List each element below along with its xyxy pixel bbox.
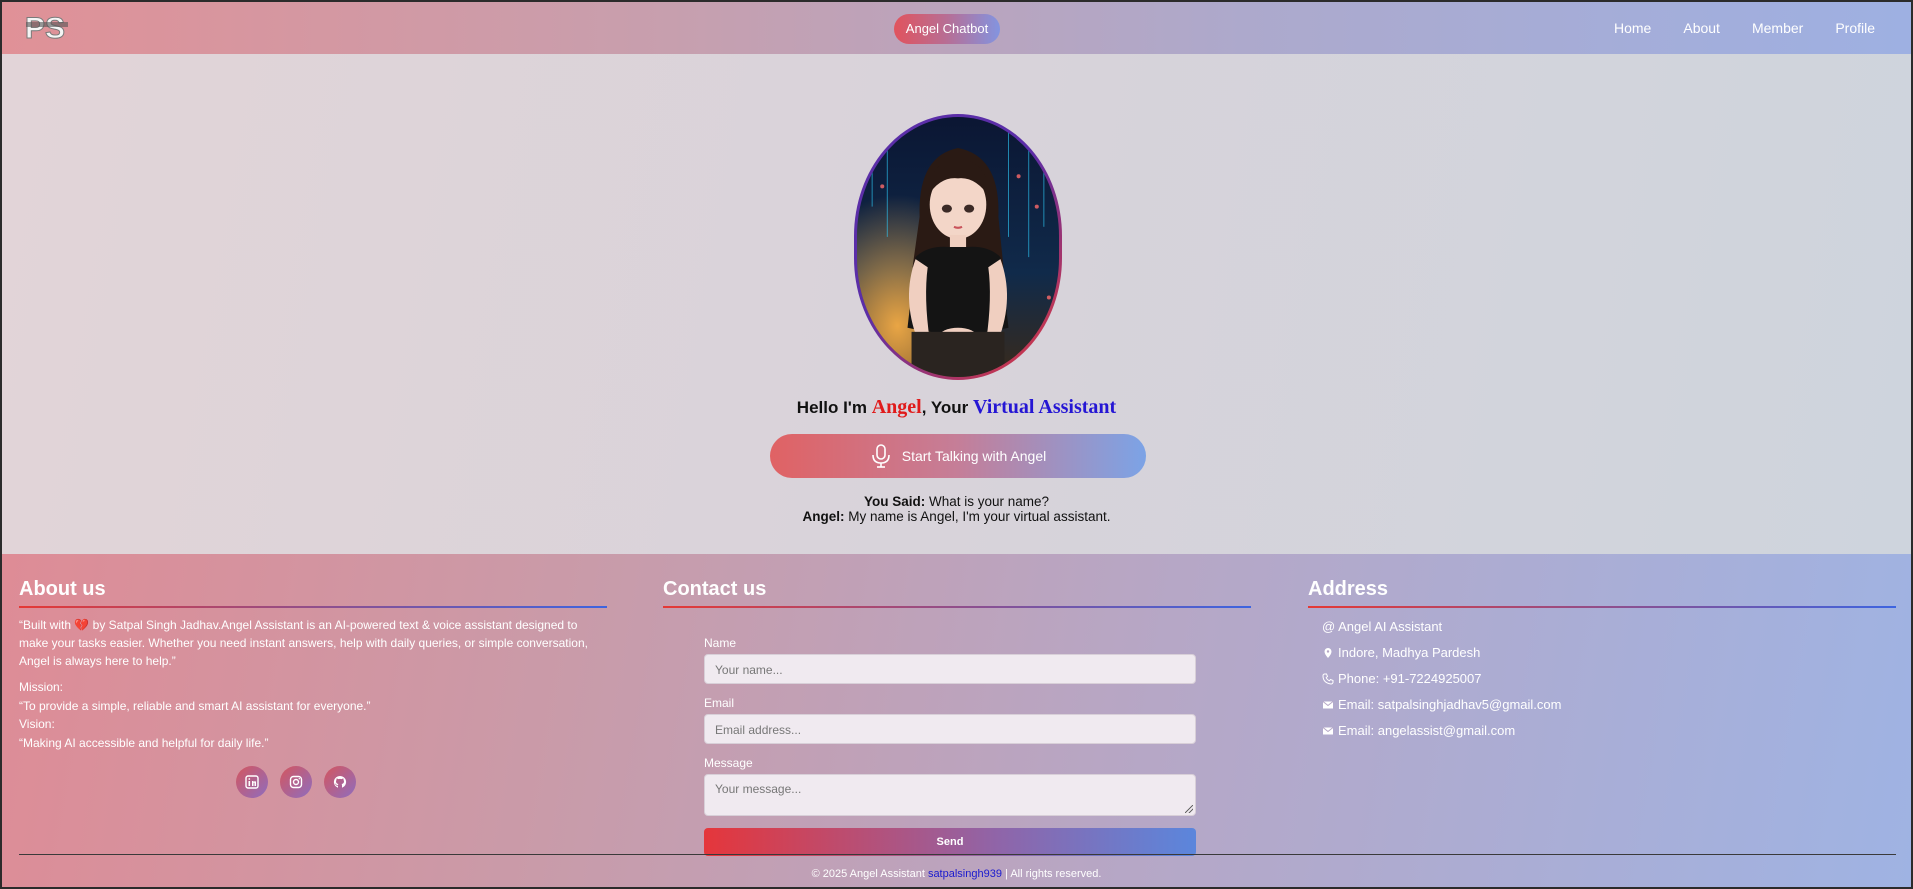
brand-pill-button[interactable]: Angel Chatbot	[894, 14, 1000, 44]
greeting-prefix: Hello I'm	[796, 398, 872, 417]
linkedin-icon	[245, 775, 259, 789]
address-list: @ Angel AI Assistant Indore, Madhya Pard…	[1308, 614, 1896, 744]
microphone-icon	[870, 443, 892, 469]
address-item-email-1[interactable]: Email: satpalsinghjadhav5@gmail.com	[1322, 692, 1896, 718]
user-message: You Said: What is your name?	[2, 494, 1911, 509]
nav-links: Home About Member Profile	[1614, 2, 1875, 54]
email-label: Email	[704, 696, 735, 710]
mail-icon	[1322, 701, 1334, 709]
angel-text: My name is Angel, I'm your virtual assis…	[844, 509, 1111, 524]
email-2-text: Email: angelassist@gmail.com	[1338, 723, 1516, 738]
app-window: PS Angel Chatbot Home About Member Profi…	[0, 0, 1913, 889]
mission-text: “To provide a simple, reliable and smart…	[19, 698, 371, 713]
broken-heart-icon: 💔	[74, 618, 90, 632]
about-divider	[19, 606, 607, 608]
nav-about-link[interactable]: About	[1683, 20, 1720, 36]
vision-label: Vision:	[19, 717, 55, 731]
about-section: About us “Built with 💔 by Satpal Singh J…	[19, 578, 607, 752]
address-item-email-2[interactable]: Email: angelassist@gmail.com	[1322, 718, 1896, 744]
ps-logo[interactable]: PS	[24, 10, 80, 46]
name-label: Name	[704, 636, 737, 650]
mission-label: Mission:	[19, 680, 64, 694]
address-item-location: Indore, Madhya Pardesh	[1322, 640, 1896, 666]
message-textarea[interactable]: Your message...	[704, 774, 1196, 816]
linkedin-button[interactable]	[236, 766, 268, 798]
greeting-heading: Hello I'm Angel, Your Virtual Assistant	[2, 396, 1911, 419]
copyright: © 2025 Angel Assistant satpalsingh939 | …	[2, 868, 1911, 880]
address-section: Address @ Angel AI Assistant Indore, Mad…	[1308, 578, 1896, 744]
instagram-button[interactable]	[280, 766, 312, 798]
message-label: Message	[704, 756, 753, 770]
svg-text:PS: PS	[25, 12, 65, 44]
footer-divider	[19, 854, 1896, 855]
hero-section: Hello I'm Angel, Your Virtual Assistant …	[2, 54, 1911, 554]
you-said-label: You Said:	[863, 494, 926, 509]
email-1-text: Email: satpalsinghjadhav5@gmail.com	[1338, 697, 1562, 712]
about-text-end: by Satpal Singh Jadhav.Angel Assistant i…	[19, 618, 588, 668]
vision-text: “Making AI accessible and helpful for da…	[19, 735, 269, 750]
address-item-phone[interactable]: Phone: +91-7224925007	[1322, 666, 1896, 692]
greeting-name: Angel	[871, 396, 922, 418]
avatar-frame	[854, 114, 1062, 380]
location-pin-icon	[1324, 648, 1332, 658]
mail-icon	[1322, 727, 1334, 735]
email-input[interactable]: Email address...	[704, 714, 1196, 744]
phone-text: Phone: +91-7224925007	[1338, 671, 1482, 686]
contact-title: Contact us	[663, 578, 767, 600]
copyright-post: | All rights reserved.	[1001, 868, 1102, 880]
conversation-log: You Said: What is your name? Angel: My n…	[2, 494, 1911, 524]
footer: About us “Built with 💔 by Satpal Singh J…	[2, 554, 1911, 887]
copyright-pre: © 2025 Angel Assistant	[811, 868, 928, 880]
name-input[interactable]: Your name...	[704, 654, 1196, 684]
github-button[interactable]	[324, 766, 356, 798]
nav-member-link[interactable]: Member	[1752, 20, 1803, 36]
contact-divider	[663, 606, 1251, 608]
about-text: “Built with 💔 by Satpal Singh Jadhav.Ang…	[19, 616, 607, 670]
angel-avatar-image	[857, 117, 1059, 377]
about-text-start: “Built with	[19, 618, 75, 632]
navbar: PS Angel Chatbot Home About Member Profi…	[2, 2, 1911, 54]
start-talking-button[interactable]: Start Talking with Angel	[770, 434, 1146, 478]
start-talking-label: Start Talking with Angel	[901, 448, 1047, 464]
instagram-icon	[289, 775, 303, 789]
send-button[interactable]: Send	[704, 828, 1196, 856]
angel-label: Angel:	[802, 509, 845, 524]
about-title: About us	[19, 578, 106, 600]
contact-section: Contact us Name Your name... Email Email…	[663, 578, 1251, 856]
greeting-role: Virtual Assistant	[973, 396, 1117, 418]
nav-profile-link[interactable]: Profile	[1835, 20, 1875, 36]
author-link[interactable]: satpalsingh939	[928, 868, 1002, 880]
nav-home-link[interactable]: Home	[1614, 20, 1651, 36]
greeting-mid: , Your	[921, 398, 974, 417]
location-text: Indore, Madhya Pardesh	[1338, 645, 1481, 660]
address-item-company: @ Angel AI Assistant	[1322, 614, 1896, 640]
you-said-text: What is your name?	[925, 494, 1050, 509]
angel-message: Angel: My name is Angel, I'm your virtua…	[2, 509, 1911, 524]
company-text: @ Angel AI Assistant	[1322, 619, 1443, 634]
address-divider	[1308, 606, 1896, 608]
address-title: Address	[1308, 578, 1389, 600]
mission-vision: Mission: “To provide a simple, reliable …	[19, 678, 607, 752]
social-links	[236, 766, 356, 798]
contact-form: Name Your name... Email Email address...…	[704, 636, 1196, 856]
phone-icon	[1322, 673, 1334, 685]
github-icon	[333, 775, 347, 788]
